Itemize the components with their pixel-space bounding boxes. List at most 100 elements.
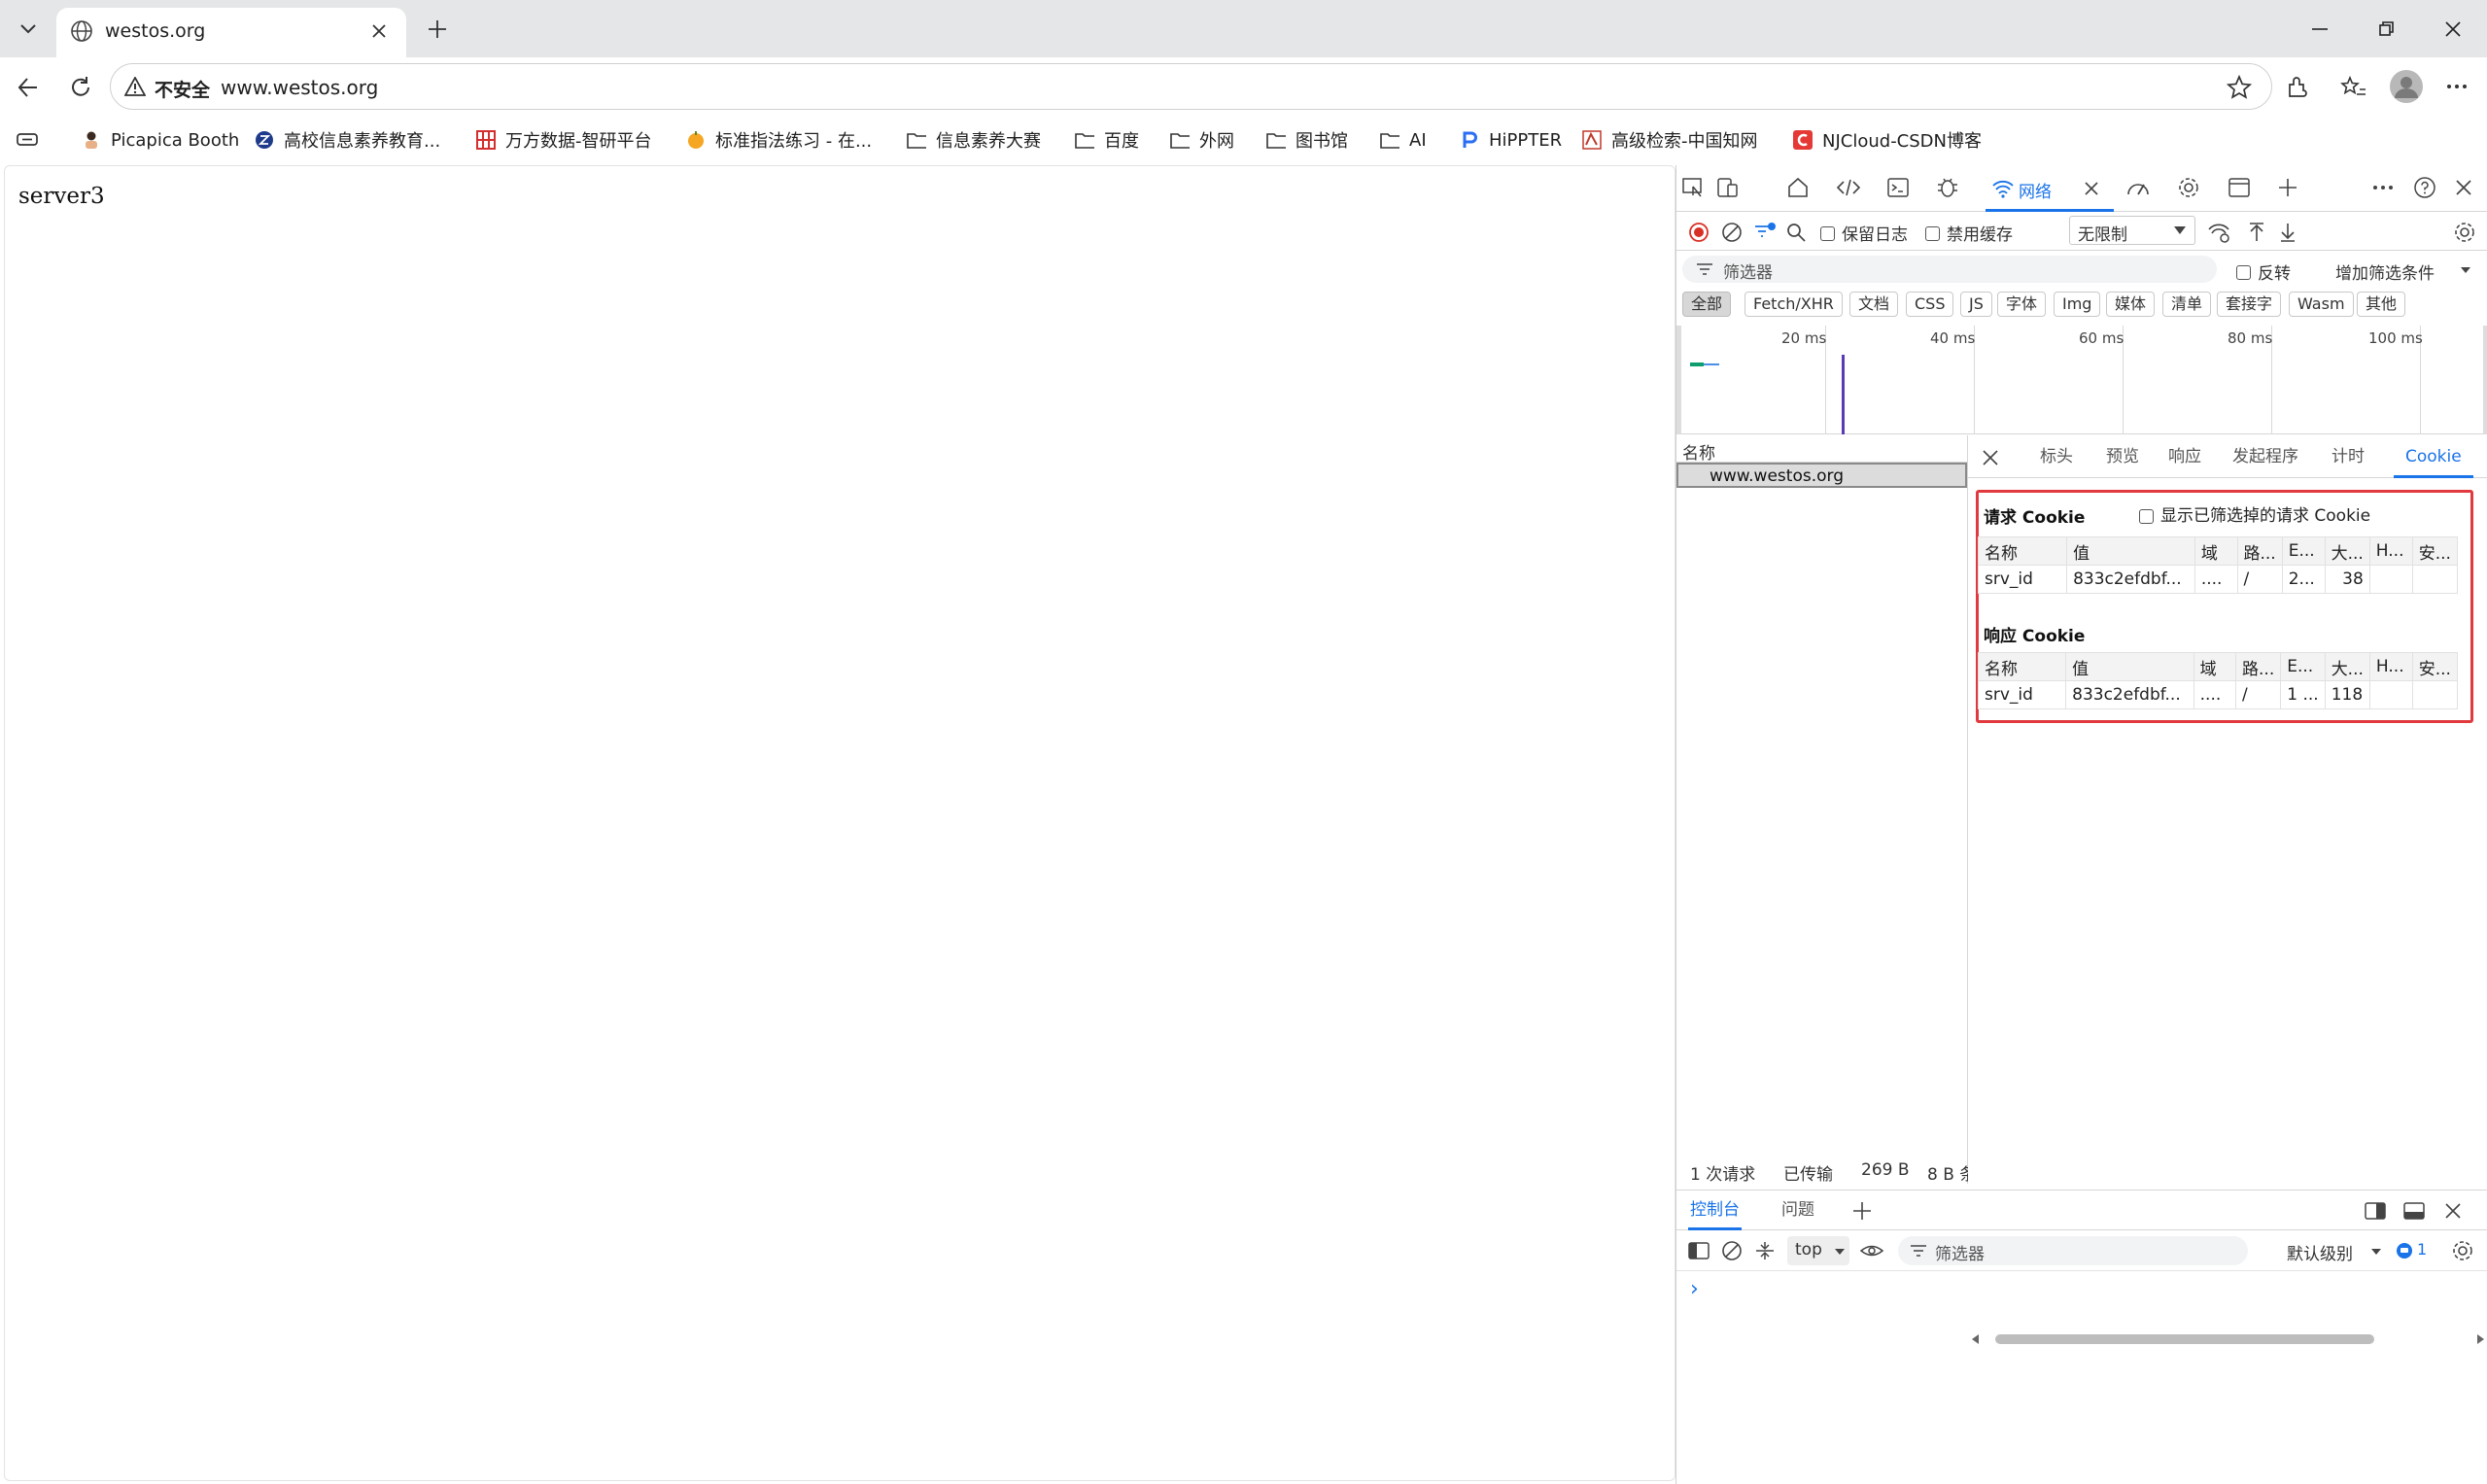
- chip-other[interactable]: 其他: [2357, 292, 2406, 317]
- network-conditions-icon[interactable]: [2205, 218, 2234, 247]
- bookmark-typing[interactable]: 标准指法练习 - 在...: [686, 126, 872, 154]
- chip-img[interactable]: Img: [2054, 292, 2101, 317]
- table-row[interactable]: srv_id 833c2efdbf... .... / 1 ... 118: [1977, 680, 2459, 709]
- new-tab-button[interactable]: [418, 14, 457, 45]
- tab-console[interactable]: 控制台: [1688, 1191, 1742, 1230]
- record-icon[interactable]: [1684, 218, 1713, 247]
- bookmark-hippter[interactable]: HiPPTER: [1460, 126, 1562, 154]
- close-window-button[interactable]: [2424, 10, 2482, 49]
- chip-wasm[interactable]: Wasm: [2289, 292, 2354, 317]
- restore-button[interactable]: [2358, 10, 2416, 49]
- bookmark-wanfang[interactable]: 万方数据-智研平台: [476, 126, 652, 154]
- import-har-icon[interactable]: [2242, 218, 2271, 247]
- more-options-icon[interactable]: [2445, 77, 2469, 96]
- application-icon[interactable]: [2225, 173, 2254, 202]
- clear-console-icon[interactable]: [1717, 1236, 1746, 1265]
- elements-code-icon[interactable]: [1834, 173, 1863, 202]
- avatar[interactable]: [2389, 69, 2424, 104]
- more-tools-plus-icon[interactable]: [2273, 173, 2302, 202]
- chip-manifest[interactable]: 清单: [2162, 292, 2212, 317]
- search-icon[interactable]: [1781, 218, 1811, 247]
- bug-icon[interactable]: [1933, 173, 1962, 202]
- close-tab-icon[interactable]: [369, 21, 389, 41]
- bookmark-cnki[interactable]: 高级检索-中国知网: [1582, 126, 1758, 154]
- scrollbar-thumb[interactable]: [1995, 1334, 2374, 1344]
- eye-icon[interactable]: [1857, 1236, 1886, 1265]
- inspect-element-icon[interactable]: [1678, 173, 1708, 202]
- undock-drawer-icon[interactable]: [2400, 1196, 2429, 1225]
- bookmark-folder-library[interactable]: 图书馆: [1266, 126, 1348, 154]
- help-icon[interactable]: [2410, 173, 2439, 202]
- console-settings-icon[interactable]: [2448, 1236, 2477, 1265]
- chip-css[interactable]: CSS: [1906, 292, 1954, 317]
- filter-input[interactable]: 筛选器: [1682, 256, 2217, 283]
- tab-issues[interactable]: 问题: [1781, 1191, 1814, 1230]
- collapse-icon[interactable]: [1750, 1236, 1779, 1265]
- scroll-right-icon[interactable]: [2477, 1334, 2485, 1344]
- settings-gear-icon[interactable]: [2174, 173, 2203, 202]
- timeline-left-handle[interactable]: [1676, 326, 1681, 434]
- preserve-log-checkbox[interactable]: [1820, 224, 1835, 243]
- close-drawer-icon[interactable]: [2438, 1196, 2468, 1225]
- bookmark-picapica[interactable]: Picapica Booth: [82, 126, 239, 154]
- console-filter-input[interactable]: 筛选器: [1898, 1236, 2248, 1265]
- url-text[interactable]: www.westos.org: [221, 76, 378, 99]
- more-options-icon[interactable]: [2368, 173, 2398, 202]
- network-settings-icon[interactable]: [2450, 218, 2479, 247]
- show-filtered-cookies-checkbox[interactable]: [2139, 506, 2154, 526]
- tab-timing[interactable]: 计时: [2332, 435, 2365, 478]
- horizontal-scrollbar[interactable]: [1968, 1331, 2487, 1347]
- bookmark-folder-waiwang[interactable]: 外网: [1170, 126, 1234, 154]
- back-icon[interactable]: [16, 75, 41, 100]
- chip-doc[interactable]: 文档: [1849, 292, 1899, 317]
- star-icon[interactable]: [2227, 75, 2252, 100]
- minimize-button[interactable]: [2292, 10, 2350, 49]
- warning-icon[interactable]: [124, 77, 146, 96]
- tab-headers[interactable]: 标头: [2040, 435, 2073, 478]
- bookmark-csdn[interactable]: NJCloud-CSDN博客: [1793, 126, 1982, 154]
- performance-icon[interactable]: [2124, 173, 2153, 202]
- timeline-right-handle[interactable]: [2483, 326, 2487, 434]
- bookmark-bar-toggle-icon[interactable]: [16, 130, 39, 150]
- bookmark-folder-baidu[interactable]: 百度: [1075, 126, 1139, 154]
- bookmark-gaoxiao[interactable]: 高校信息素养教育...: [255, 126, 440, 154]
- dock-side-icon[interactable]: [2361, 1196, 2390, 1225]
- add-drawer-tab-icon[interactable]: [1848, 1196, 1877, 1225]
- chip-font[interactable]: 字体: [1997, 292, 2047, 317]
- scroll-left-icon[interactable]: [1972, 1334, 1980, 1344]
- name-column-header[interactable]: 名称: [1676, 435, 1968, 464]
- bookmark-folder-ai[interactable]: AI: [1380, 126, 1427, 154]
- console-prompt[interactable]: ›: [1690, 1277, 1699, 1301]
- favorites-icon[interactable]: [2340, 75, 2367, 100]
- console-icon[interactable]: [1883, 173, 1913, 202]
- tab-response[interactable]: 响应: [2168, 435, 2201, 478]
- security-label[interactable]: 不安全: [155, 76, 210, 102]
- tab-actions-menu-button[interactable]: [10, 12, 47, 47]
- filter-icon[interactable]: [1750, 218, 1779, 247]
- chip-js[interactable]: JS: [1960, 292, 1992, 317]
- chip-media[interactable]: 媒体: [2106, 292, 2156, 317]
- address-bar[interactable]: 不安全 www.westos.org: [110, 63, 2272, 110]
- invert-checkbox[interactable]: [2236, 262, 2251, 282]
- request-row[interactable]: www.westos.org: [1676, 463, 1967, 488]
- tab-initiator[interactable]: 发起程序: [2232, 435, 2298, 478]
- tab-cookies[interactable]: Cookie: [2394, 435, 2473, 478]
- close-detail-icon[interactable]: [1982, 449, 1999, 466]
- export-har-icon[interactable]: [2273, 218, 2302, 247]
- bookmark-folder-xinxi[interactable]: 信息素养大赛: [907, 126, 1041, 154]
- refresh-icon[interactable]: [68, 75, 93, 100]
- close-devtools-icon[interactable]: [2449, 173, 2478, 202]
- network-overview-timeline[interactable]: 20 ms 40 ms 60 ms 80 ms 100 ms: [1676, 326, 2487, 434]
- chip-all[interactable]: 全部: [1682, 292, 1732, 317]
- home-icon[interactable]: [1783, 173, 1813, 202]
- sidebar-toggle-icon[interactable]: [1684, 1236, 1713, 1265]
- tab-preview[interactable]: 预览: [2106, 435, 2139, 478]
- throttling-select[interactable]: 无限制: [2069, 216, 2195, 245]
- context-select[interactable]: top: [1787, 1236, 1849, 1265]
- chip-websocket[interactable]: 套接字: [2217, 292, 2282, 317]
- network-tab[interactable]: 网络: [1986, 165, 2114, 212]
- extensions-icon[interactable]: [2284, 75, 2309, 100]
- browser-tab-active[interactable]: westos.org: [56, 8, 406, 57]
- device-toolbar-icon[interactable]: [1713, 173, 1743, 202]
- close-tab-icon[interactable]: [2083, 180, 2100, 197]
